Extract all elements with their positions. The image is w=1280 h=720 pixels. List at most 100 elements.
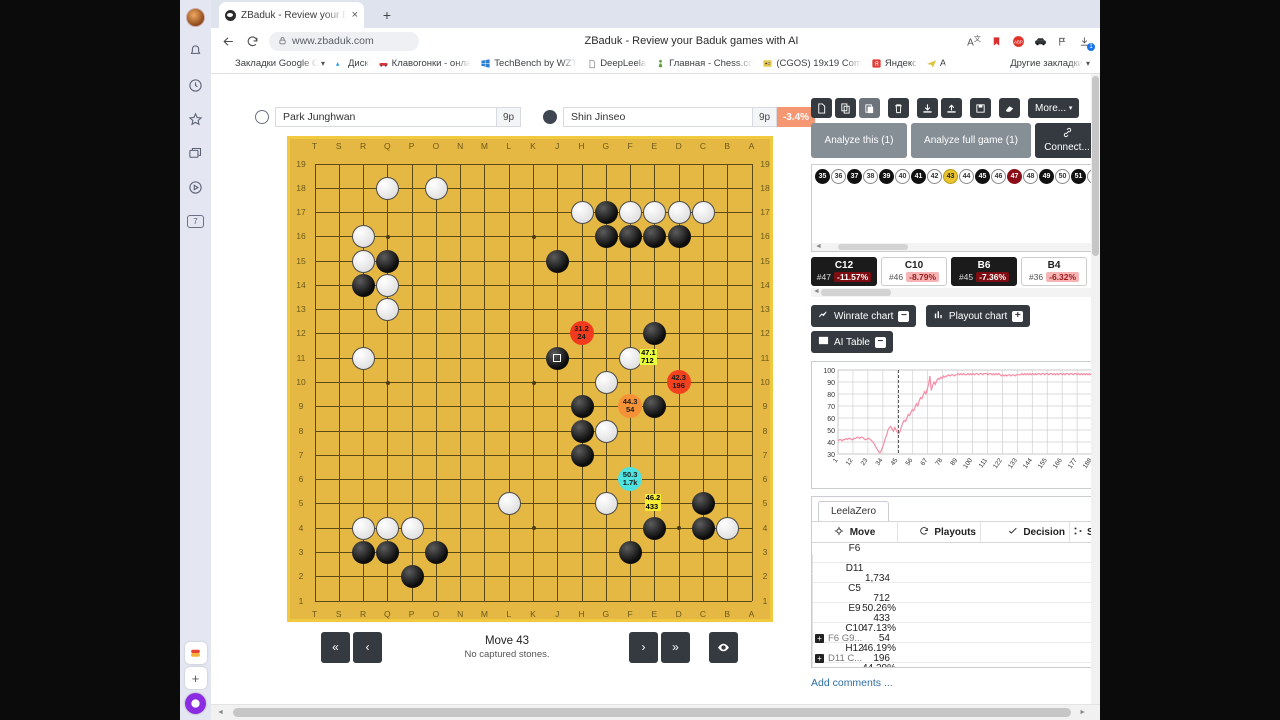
move-stone[interactable]: 49 (1039, 169, 1054, 184)
move-stone[interactable]: 45 (975, 169, 990, 184)
save-icon[interactable] (970, 98, 991, 118)
copy-icon[interactable] (835, 98, 856, 118)
move-stone[interactable]: 37 (847, 169, 862, 184)
star-icon[interactable] (180, 102, 211, 136)
move-list[interactable]: 353637383940414243444546474849505152 ◄ ► (811, 164, 1100, 252)
eraser-icon[interactable] (999, 98, 1020, 118)
winrate-chart[interactable]: 30 40 50 60 70 80 90 100 1 12 23 34 45 56 67 78 89 100 111… (811, 361, 1100, 489)
other-bookmarks-button[interactable]: Другие закладки ▾ (1006, 57, 1094, 70)
ai-engine-tab[interactable]: LeelaZero (818, 501, 890, 521)
address-bar[interactable]: www.zbaduk.com (269, 31, 419, 51)
ai-suggestion[interactable]: 31.2 24 (569, 321, 594, 346)
table-row[interactable]: C543346.19%+C5 D5... (812, 583, 1100, 667)
bookmark-item[interactable]: A (922, 57, 950, 70)
paste-icon[interactable] (859, 98, 880, 118)
black-winrate-delta: -3.4% (777, 107, 815, 127)
back-arrow-icon[interactable] (217, 30, 239, 52)
eye-icon[interactable] (709, 631, 738, 663)
table-row[interactable]: D11 712 47.13% + D11 C... (812, 563, 1100, 664)
table-row[interactable]: F6 1,734 50.26% + F6 G9... (812, 543, 1100, 644)
car-extension-icon[interactable] (1030, 31, 1050, 51)
move-stone[interactable]: 50 (1055, 169, 1070, 184)
speed-dial-icon[interactable] (184, 642, 207, 664)
bookmark-item[interactable]: Главная - Chess.co (651, 57, 757, 70)
history-icon[interactable] (180, 68, 211, 102)
playout-chart-toggle[interactable]: Playout chart + (925, 305, 1031, 327)
white-player-name[interactable]: Park Junghwan (275, 107, 497, 127)
counter-badge[interactable]: 7 (180, 204, 211, 238)
close-icon[interactable]: × (352, 9, 358, 21)
analyze-full-button[interactable]: Analyze full game (1) (911, 123, 1031, 158)
more-button[interactable]: More... ▾ (1028, 98, 1080, 118)
black-player-name[interactable]: Shin Jinseo (563, 107, 753, 127)
bookmark-item[interactable]: Диск (330, 57, 373, 70)
board-surface[interactable]: T T S S R R Q Q P P O O N N M M L L K K J J H H G G F F E E D D C C B B A A 19… (290, 139, 776, 625)
tabs-icon[interactable] (180, 136, 211, 170)
bad-move-card[interactable]: C12 #47 -11.57% (811, 257, 877, 286)
ai-table-toggle[interactable]: AI Table − (811, 331, 893, 353)
bad-moves-scrollbar[interactable]: ◄ ► (811, 288, 1100, 297)
tab-zbaduk[interactable]: ZBaduk - Review your B × (219, 2, 364, 28)
add-icon[interactable]: + (184, 667, 207, 689)
col-move[interactable]: Move (812, 526, 897, 539)
winrate-chart-toggle[interactable]: Winrate chart − (811, 305, 917, 327)
move-stone[interactable]: 47 (1007, 169, 1022, 184)
connect-button[interactable]: Connect... (1035, 123, 1099, 158)
go-board[interactable]: T T S S R R Q Q P P O O N N M M L L K K J J H H G G F F E E D D C C B B A A 19… (287, 136, 773, 622)
move-stone[interactable]: 44 (959, 169, 974, 184)
move-stone[interactable]: 51 (1071, 169, 1086, 184)
next-move-button[interactable]: › (629, 631, 658, 663)
opera-icon[interactable] (185, 693, 206, 714)
upload-icon[interactable] (941, 98, 962, 118)
last-move-button[interactable]: » (661, 631, 690, 663)
page-horizontal-scrollbar[interactable]: ◄ ► (211, 704, 1100, 720)
move-stone[interactable]: 38 (863, 169, 878, 184)
delete-icon[interactable] (888, 98, 909, 118)
translate-icon[interactable]: A文 (964, 31, 984, 51)
expand-icon[interactable]: + (815, 634, 824, 643)
move-stone[interactable]: 40 (895, 169, 910, 184)
move-stone[interactable]: 36 (831, 169, 846, 184)
flag-icon[interactable] (1052, 31, 1072, 51)
avatar[interactable] (180, 0, 211, 34)
table-row[interactable]: E95444.29%+E9 D1... (812, 603, 1100, 667)
bookmark-item[interactable]: Клавогонки - онла (374, 57, 476, 70)
ai-suggestion[interactable]: 46.2 433 (644, 494, 662, 511)
downloads-icon[interactable]: 1 (1074, 31, 1095, 51)
download-icon[interactable] (917, 98, 938, 118)
move-stone[interactable]: 35 (815, 169, 830, 184)
bookmark-item[interactable]: Я Яндекс (867, 57, 921, 70)
analyze-this-button[interactable]: Analyze this (1) (811, 123, 907, 158)
player-icon[interactable] (180, 170, 211, 204)
bad-move-card[interactable]: B4 #36 -6.32% (1021, 257, 1087, 286)
bookmark-item[interactable]: Закладки Google Chro ▾ (217, 57, 329, 70)
move-stone[interactable]: 48 (1023, 169, 1038, 184)
col-playouts[interactable]: Playouts (898, 526, 980, 539)
bookmark-item[interactable]: TechBench by WZT (476, 57, 581, 70)
page-vertical-scrollbar[interactable] (1091, 74, 1100, 704)
reload-icon[interactable] (241, 30, 263, 52)
bad-move-card[interactable]: C10 #46 -8.79% (881, 257, 947, 286)
adblock-icon[interactable]: ABP (1008, 31, 1028, 51)
move-stone[interactable]: 41 (911, 169, 926, 184)
lock-icon (278, 32, 287, 50)
add-comments-link[interactable]: Add comments ... (811, 677, 1100, 689)
bookmark-item[interactable]: (CGOS) 19x19 Com (758, 57, 866, 70)
ai-suggestion[interactable]: 42.3 196 (666, 370, 691, 394)
move-list-hscrollbar[interactable]: ◄ ► (812, 243, 1100, 251)
prev-move-button[interactable]: ‹ (353, 631, 382, 663)
move-stone[interactable]: 43 (943, 169, 958, 184)
bad-move-card[interactable]: B6 #45 -7.36% (951, 257, 1017, 286)
bookmark-item[interactable]: DeepLeela (582, 57, 650, 70)
move-stone[interactable]: 42 (927, 169, 942, 184)
first-move-button[interactable]: « (321, 631, 350, 663)
new-file-icon[interactable] (811, 98, 832, 118)
bell-icon[interactable] (180, 34, 211, 68)
ai-suggestion[interactable]: 47.1 712 (640, 348, 657, 366)
new-tab-button[interactable]: + (376, 4, 398, 26)
move-stone[interactable]: 46 (991, 169, 1006, 184)
col-decision[interactable]: Decision (981, 526, 1069, 539)
move-stone[interactable]: 39 (879, 169, 894, 184)
expand-icon[interactable]: + (815, 654, 824, 663)
bookmark-icon[interactable] (986, 31, 1006, 51)
